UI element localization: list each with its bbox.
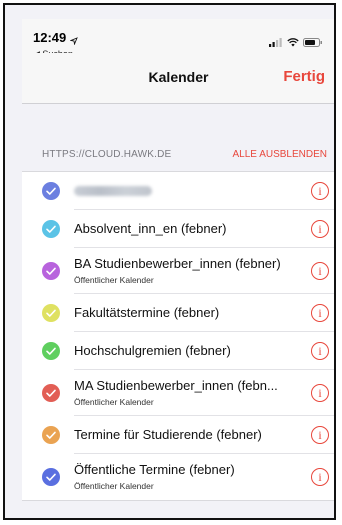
calendar-name: Absolvent_inn_en (febner): [74, 221, 227, 236]
calendar-checkmark-icon[interactable]: [42, 426, 60, 444]
calendar-checkmark-icon[interactable]: [42, 304, 60, 322]
calendar-row[interactable]: MA Studienbewerber_innen (febn... Öffentl…: [22, 370, 334, 416]
status-icons: [269, 34, 323, 52]
calendar-name: BA Studienbewerber_innen (febner): [74, 256, 281, 271]
status-time: 12:49: [33, 30, 67, 45]
calendar-row[interactable]: BA Studienbewerber_innen (febner) Öffentl…: [22, 248, 334, 294]
hide-all-button[interactable]: ALLE AUSBLENDEN: [233, 149, 328, 160]
done-button[interactable]: Fertig: [283, 68, 325, 85]
info-icon[interactable]: i: [311, 220, 329, 238]
calendar-checkmark-icon[interactable]: [42, 384, 60, 402]
calendar-list: i Absolvent_inn_en (febner) i BA Studienbew…: [22, 171, 334, 501]
calendar-subtitle: Öffentlicher Kalender: [74, 481, 154, 491]
calendar-row[interactable]: Öffentliche Termine (febner) Öffentlicher…: [22, 454, 334, 500]
calendar-checkmark-icon[interactable]: [42, 262, 60, 280]
calendar-checkmark-icon[interactable]: [42, 182, 60, 200]
calendar-row[interactable]: Termine für Studierende (febner) i: [22, 416, 334, 454]
calendar-subtitle: Öffentlicher Kalender: [74, 275, 154, 285]
info-icon[interactable]: i: [311, 262, 329, 280]
calendar-subtitle: Öffentlicher Kalender: [74, 397, 154, 407]
calendar-row[interactable]: Fakultätstermine (febner) i: [22, 294, 334, 332]
calendar-checkmark-icon[interactable]: [42, 342, 60, 360]
signal-icon: [269, 34, 283, 52]
calendar-name: Fakultätstermine (febner): [74, 305, 220, 320]
account-section-header: HTTPS://CLOUD.HAWK.DE ALLE AUSBLENDEN: [22, 145, 334, 167]
navigation-bar: Kalender Fertig: [22, 53, 334, 104]
calendar-row[interactable]: Absolvent_inn_en (febner) i: [22, 210, 334, 248]
battery-icon: [303, 34, 323, 52]
info-icon[interactable]: i: [311, 304, 329, 322]
info-icon[interactable]: i: [311, 468, 329, 486]
calendar-name: Termine für Studierende (febner): [74, 427, 262, 442]
calendar-name: Öffentliche Termine (febner): [74, 462, 235, 477]
calendar-name: Hochschulgremien (febner): [74, 343, 231, 358]
screenshot-frame: 12:49 ◀ Suchen: [3, 3, 336, 520]
calendar-checkmark-icon[interactable]: [42, 468, 60, 486]
redacted-calendar-name: [74, 186, 152, 196]
info-icon[interactable]: i: [311, 342, 329, 360]
info-icon[interactable]: i: [311, 426, 329, 444]
wifi-icon: [287, 34, 299, 52]
status-bar: 12:49 ◀ Suchen: [22, 19, 334, 59]
location-arrow-icon: [69, 32, 78, 50]
calendar-row[interactable]: Hochschulgremien (febner) i: [22, 332, 334, 370]
phone-screen: 12:49 ◀ Suchen: [22, 19, 334, 518]
info-icon[interactable]: i: [311, 182, 329, 200]
calendar-name: MA Studienbewerber_innen (febn...: [74, 378, 278, 393]
info-icon[interactable]: i: [311, 384, 329, 402]
calendar-row[interactable]: i: [22, 172, 334, 210]
calendar-checkmark-icon[interactable]: [42, 220, 60, 238]
account-url: HTTPS://CLOUD.HAWK.DE: [42, 149, 172, 160]
